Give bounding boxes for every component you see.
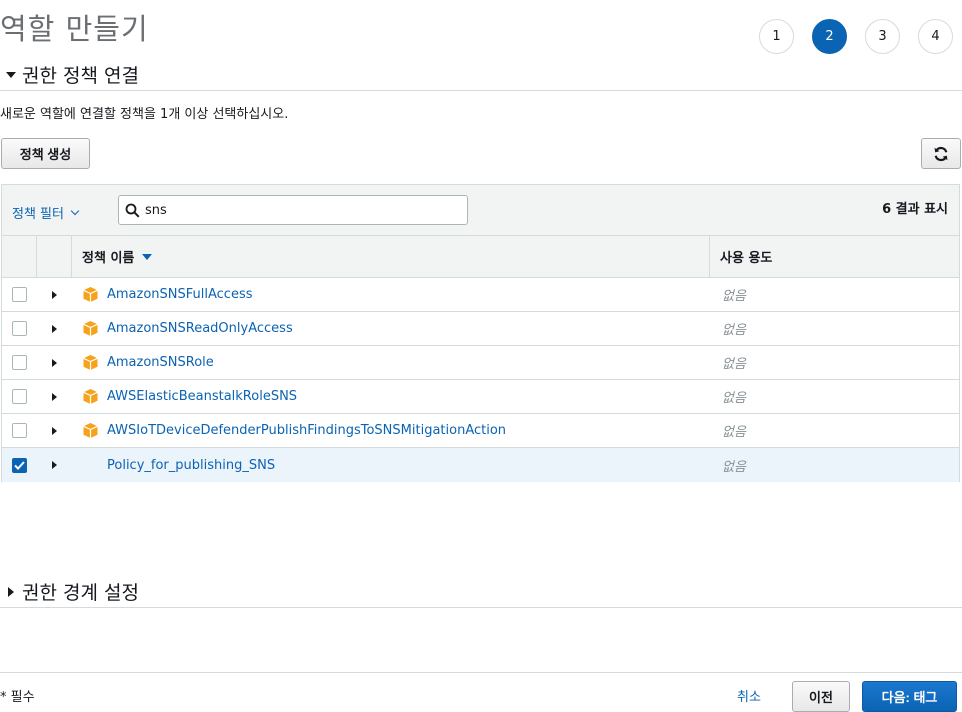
policy-name-link[interactable]: AmazonSNSRole [107,355,214,370]
caret-right-icon [0,586,22,597]
column-policy-name-label: 정책 이름 [82,251,135,266]
aws-managed-policy-icon [83,423,98,438]
column-header-usage[interactable]: 사용 용도 [710,236,959,277]
search-input[interactable] [145,202,445,218]
row-checkbox[interactable] [12,457,27,473]
row-checkbox[interactable] [12,321,27,336]
sort-descending-icon [142,253,153,260]
step-2[interactable]: 2 [812,19,847,54]
policy-usage: 없음 [722,357,746,372]
table-row[interactable]: Policy_for_publishing_SNS 없음 [2,448,959,482]
create-policy-button[interactable]: 정책 생성 [1,138,90,169]
row-checkbox[interactable] [12,423,27,438]
permissions-section-header[interactable]: 권한 정책 연결 [0,59,962,91]
policy-usage: 없음 [722,323,746,338]
header-check-cell [2,236,37,277]
aws-managed-policy-icon [83,355,98,370]
step-1[interactable]: 1 [759,19,794,54]
required-note: * 필수 [0,690,35,705]
boundary-section-header[interactable]: 권한 경계 설정 [0,576,962,608]
refresh-button[interactable] [921,138,961,169]
refresh-icon [934,146,948,161]
table-row[interactable]: AWSElasticBeanstalkRoleSNS 없음 [2,380,959,414]
expand-caret-icon[interactable] [52,392,57,401]
row-checkbox[interactable] [12,389,27,404]
chevron-down-icon [70,206,80,215]
cancel-link[interactable]: 취소 [737,686,761,705]
boundary-section-title: 권한 경계 설정 [22,582,139,604]
table-toolbar: 정책 필터 6 결과 표시 [2,185,959,236]
policy-usage: 없음 [722,391,746,406]
expand-caret-icon[interactable] [52,290,57,299]
expand-caret-icon[interactable] [52,461,57,469]
expand-caret-icon[interactable] [52,324,57,333]
column-usage-label: 사용 용도 [720,251,773,266]
row-checkbox[interactable] [12,355,27,370]
policy-table: 정책 필터 6 결과 표시 정책 이름 사용 용도 AmazonSNSFullA… [1,184,960,482]
permissions-section-title: 권한 정책 연결 [22,65,139,87]
caret-down-icon [0,71,22,78]
search-icon [125,203,140,218]
aws-managed-policy-icon [83,389,98,404]
policy-filter-label: 정책 필터 [12,207,64,222]
table-row[interactable]: AmazonSNSRole 없음 [2,346,959,380]
table-header: 정책 이름 사용 용도 [2,236,959,278]
policy-usage: 없음 [722,289,746,304]
policy-filter-dropdown[interactable]: 정책 필터 [12,203,80,222]
wizard-footer: * 필수 취소 이전 다음: 태그 [0,672,962,712]
table-row[interactable]: AWSIoTDeviceDefenderPublishFindingsToSNS… [2,414,959,448]
previous-button[interactable]: 이전 [792,681,850,712]
step-3[interactable]: 3 [865,19,900,54]
table-row[interactable]: AmazonSNSFullAccess 없음 [2,278,959,312]
next-tags-button[interactable]: 다음: 태그 [862,681,957,712]
policy-name-link[interactable]: AWSElasticBeanstalkRoleSNS [107,389,297,404]
table-row[interactable]: AmazonSNSReadOnlyAccess 없음 [2,312,959,346]
aws-managed-policy-icon [83,321,98,336]
header-expand-cell [37,236,72,277]
wizard-steps: 1 2 3 4 [759,19,962,54]
policy-usage: 없음 [722,459,746,475]
page-title: 역할 만들기 [0,12,149,46]
policy-name-link[interactable]: AmazonSNSReadOnlyAccess [107,321,293,336]
step-4[interactable]: 4 [918,19,953,54]
row-checkbox[interactable] [12,287,27,302]
column-header-policy-name[interactable]: 정책 이름 [72,236,710,277]
checkmark-icon [14,460,25,470]
expand-caret-icon[interactable] [52,426,57,435]
result-count: 6 결과 표시 [882,202,948,217]
permissions-description: 새로운 역할에 연결할 정책을 1개 이상 선택하십시오. [0,107,289,122]
policy-name-link[interactable]: Policy_for_publishing_SNS [107,458,275,473]
aws-managed-policy-icon [83,287,98,302]
policy-name-link[interactable]: AmazonSNSFullAccess [107,287,253,302]
policy-usage: 없음 [722,425,746,440]
policy-name-link[interactable]: AWSIoTDeviceDefenderPublishFindingsToSNS… [107,423,506,438]
search-box[interactable] [118,195,468,225]
expand-caret-icon[interactable] [52,358,57,367]
